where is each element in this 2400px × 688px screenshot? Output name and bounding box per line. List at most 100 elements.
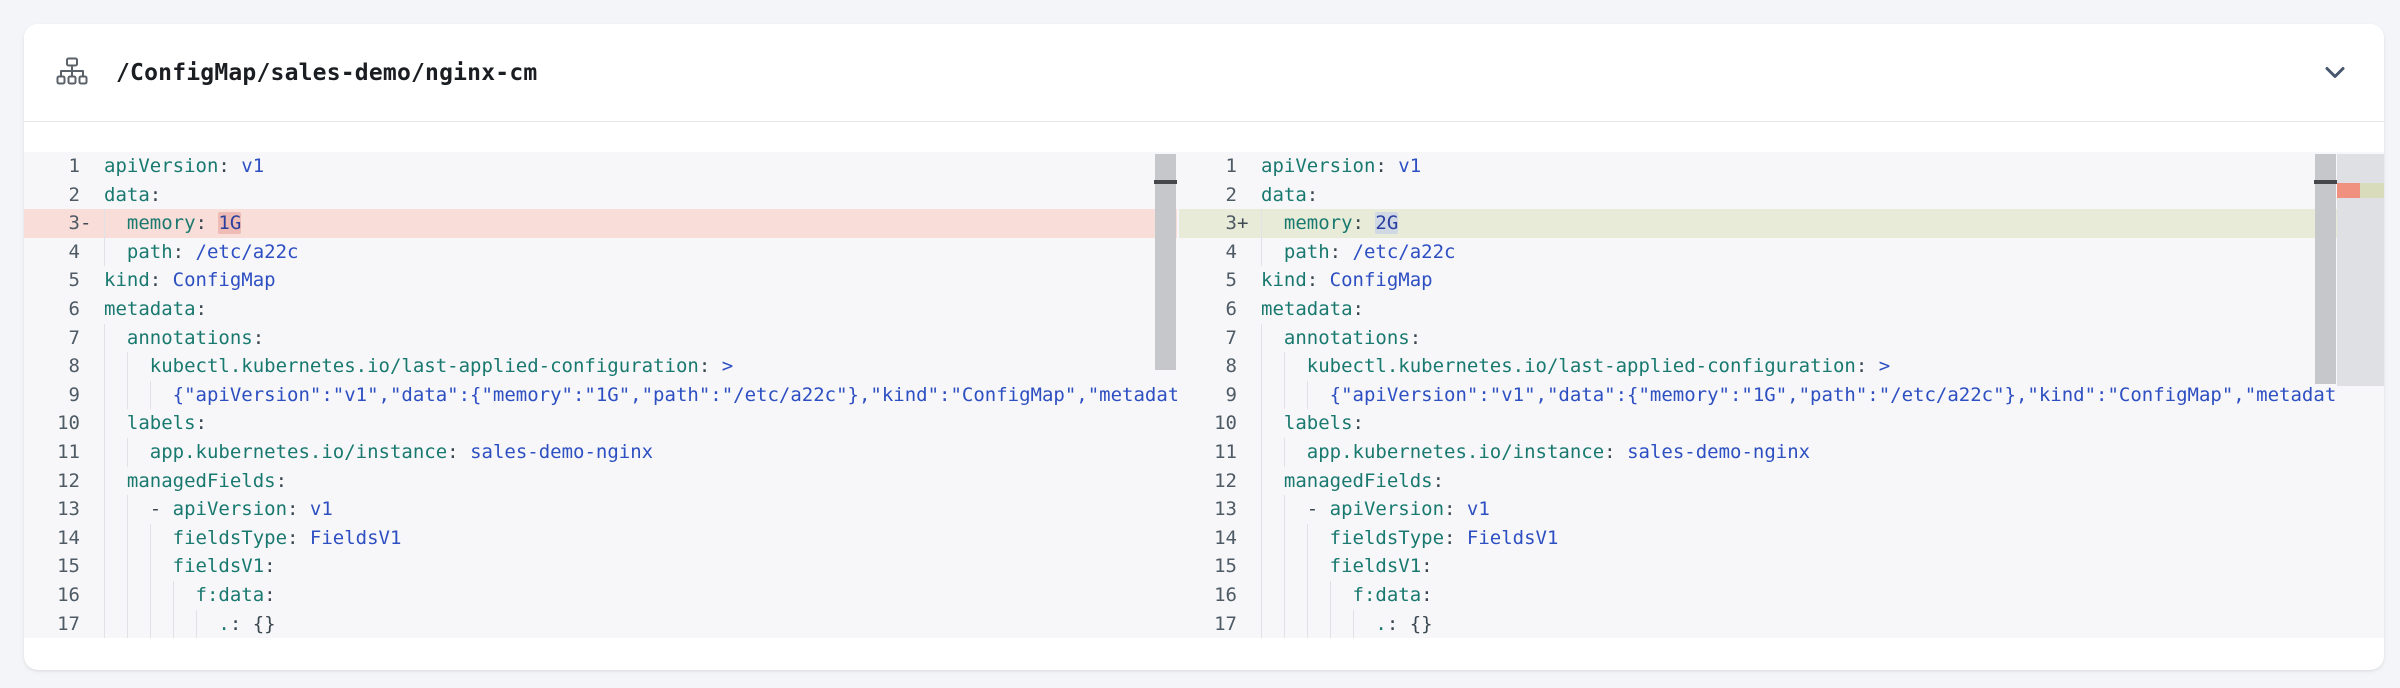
code-line[interactable]: 11 app.kubernetes.io/instance: sales-dem… xyxy=(24,438,1177,467)
code-text: fieldsV1: xyxy=(1261,552,2384,581)
code-line[interactable]: 17 .: {} xyxy=(24,610,1177,639)
chevron-down-icon[interactable] xyxy=(2324,66,2346,80)
yaml-diff-editor: 1apiVersion: v12data:3- memory: 1G4 path… xyxy=(24,152,2384,638)
code-line[interactable]: 1apiVersion: v1 xyxy=(1179,152,2384,181)
indent-guide xyxy=(104,324,127,353)
indent-guide xyxy=(196,610,219,639)
code-line[interactable]: 10 labels: xyxy=(1179,409,2384,438)
scrollbar-thumb[interactable] xyxy=(1155,154,1176,370)
code-text: kind: ConfigMap xyxy=(1261,266,2384,295)
diff-overview-ruler[interactable] xyxy=(2337,152,2384,638)
indent-guide xyxy=(104,238,127,267)
code-token: : xyxy=(150,184,161,206)
code-token: : xyxy=(196,412,207,434)
line-number: 7 xyxy=(1179,324,1237,353)
code-line[interactable]: 14 fieldsType: FieldsV1 xyxy=(1179,524,2384,553)
line-number: 16 xyxy=(24,581,80,610)
code-line[interactable]: 4 path: /etc/a22c xyxy=(24,238,1177,267)
code-line[interactable]: 13 - apiVersion: v1 xyxy=(1179,495,2384,524)
line-number: 8 xyxy=(24,352,80,381)
code-text: apiVersion: v1 xyxy=(104,152,1177,181)
code-line[interactable]: 10 labels: xyxy=(24,409,1177,438)
code-text: .: {} xyxy=(104,610,1177,639)
code-line[interactable]: 6metadata: xyxy=(24,295,1177,324)
code-line[interactable]: 5 kind: ConfigMap xyxy=(1179,266,2384,295)
code-line[interactable]: 9 {"apiVersion":"v1","data":{"memory":"1… xyxy=(1179,381,2384,410)
line-number: 13 xyxy=(24,495,80,524)
indent-guide xyxy=(1261,552,1284,581)
code-line[interactable]: 14 fieldsType: FieldsV1 xyxy=(24,524,1177,553)
modified-pane-scrollbar[interactable] xyxy=(2314,152,2337,638)
indent-guide xyxy=(1261,409,1284,438)
code-token: : xyxy=(1856,355,1879,377)
code-line[interactable]: 16 f:data: xyxy=(24,581,1177,610)
code-line[interactable]: 9 {"apiVersion":"v1","data":{"memory":"1… xyxy=(24,381,1177,410)
indent-guide xyxy=(1307,552,1330,581)
line-number: 4 xyxy=(24,238,80,267)
code-token: managedFields xyxy=(127,470,276,492)
code-line[interactable]: 13 - apiVersion: v1 xyxy=(24,495,1177,524)
code-text: path: /etc/a22c xyxy=(104,238,1177,267)
code-token: : xyxy=(264,555,275,577)
code-token: . xyxy=(218,613,229,635)
code-line[interactable]: 7 annotations: xyxy=(1179,324,2384,353)
code-token: kubectl.kubernetes.io/last-applied-confi… xyxy=(1307,355,1856,377)
code-line[interactable]: 8 kubectl.kubernetes.io/last-applied-con… xyxy=(1179,352,2384,381)
overview-removed-mark xyxy=(2337,183,2360,198)
code-line[interactable]: 15 fieldsV1: xyxy=(24,552,1177,581)
code-line[interactable]: 17 .: {} xyxy=(1179,610,2384,639)
code-text: memory: 2G xyxy=(1261,209,2384,238)
code-token: : xyxy=(1330,241,1353,263)
original-pane-scrollbar[interactable] xyxy=(1154,152,1177,638)
indent-guide xyxy=(1261,581,1284,610)
code-line[interactable]: 6metadata: xyxy=(1179,295,2384,324)
code-token: : xyxy=(1375,155,1398,177)
line-number: 15 xyxy=(24,552,80,581)
indent-guide xyxy=(1261,209,1284,238)
indent-guide xyxy=(104,209,127,238)
line-number: 14 xyxy=(24,524,80,553)
code-text: fieldsType: FieldsV1 xyxy=(1261,524,2384,553)
code-text: f:data: xyxy=(104,581,1177,610)
diff-sign xyxy=(1237,352,1261,381)
code-line[interactable]: 15 fieldsV1: xyxy=(1179,552,2384,581)
code-token: metadata xyxy=(104,298,196,320)
code-line[interactable]: 3+ memory: 2G xyxy=(1179,209,2384,238)
code-token: 2G xyxy=(1375,212,1398,234)
code-line[interactable]: 16 f:data: xyxy=(1179,581,2384,610)
code-token: {} xyxy=(253,613,276,635)
code-token: v1 xyxy=(1467,498,1490,520)
code-line[interactable]: 11 app.kubernetes.io/instance: sales-dem… xyxy=(1179,438,2384,467)
code-line[interactable]: 5kind: ConfigMap xyxy=(24,266,1177,295)
code-text: metadata: xyxy=(1261,295,2384,324)
diff-sign xyxy=(80,524,104,553)
diff-sign xyxy=(80,238,104,267)
code-line[interactable]: 4 path: /etc/a22c xyxy=(1179,238,2384,267)
code-text: memory: 1G xyxy=(104,209,1177,238)
code-line[interactable]: 7 annotations: xyxy=(24,324,1177,353)
code-token: : xyxy=(699,355,722,377)
indent-guide xyxy=(1284,581,1307,610)
code-line[interactable]: 8 kubectl.kubernetes.io/last-applied-con… xyxy=(24,352,1177,381)
line-number: 5 xyxy=(1179,266,1237,295)
code-token: {"apiVersion":"v1","data":{"memory":"1G"… xyxy=(1330,384,2337,406)
diff-sign xyxy=(1237,295,1261,324)
code-text: fieldsType: FieldsV1 xyxy=(104,524,1177,553)
code-token: : xyxy=(1421,584,1432,606)
line-number: 11 xyxy=(1179,438,1237,467)
code-token: memory xyxy=(1284,212,1353,234)
code-token: FieldsV1 xyxy=(1467,527,1559,549)
line-number: 4 xyxy=(1179,238,1237,267)
code-line[interactable]: 2data: xyxy=(1179,181,2384,210)
diff-sign xyxy=(1237,181,1261,210)
code-line[interactable]: 2data: xyxy=(24,181,1177,210)
code-line[interactable]: 3- memory: 1G xyxy=(24,209,1177,238)
code-line[interactable]: 12 managedFields: xyxy=(1179,467,2384,496)
code-line[interactable]: 1apiVersion: v1 xyxy=(24,152,1177,181)
code-line[interactable]: 12 managedFields: xyxy=(24,467,1177,496)
scrollbar-thumb[interactable] xyxy=(2315,154,2336,384)
diff-sign xyxy=(1237,266,1261,295)
indent-guide xyxy=(1261,238,1284,267)
indent-guide xyxy=(127,524,150,553)
code-token: : xyxy=(287,498,310,520)
